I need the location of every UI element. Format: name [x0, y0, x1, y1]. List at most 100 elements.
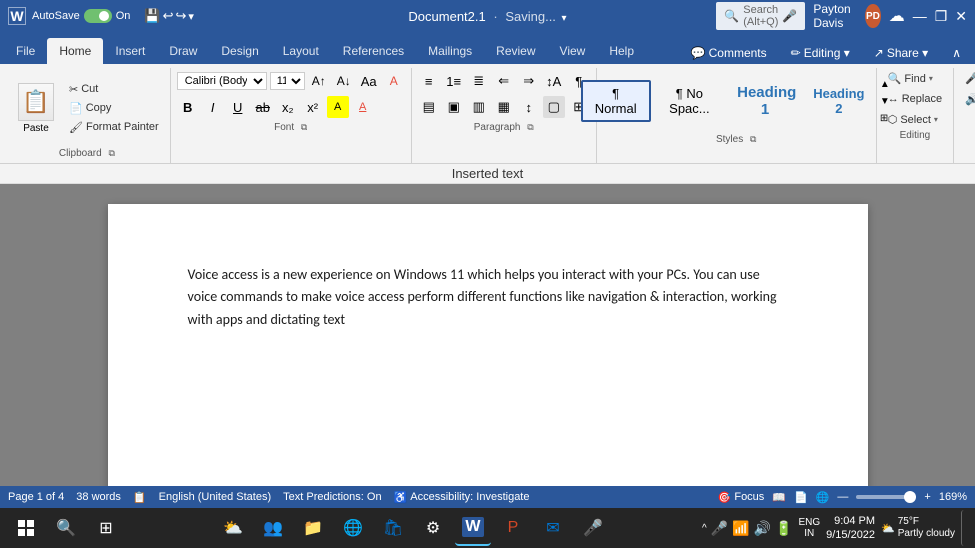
- styles-expand-icon[interactable]: ⧉: [750, 134, 756, 144]
- style-heading2[interactable]: Heading 2: [804, 81, 874, 121]
- tab-review[interactable]: Review: [484, 38, 547, 64]
- underline-button[interactable]: U: [227, 96, 249, 118]
- align-left-button[interactable]: ▤: [418, 96, 440, 118]
- zoom-out-button[interactable]: —: [837, 491, 848, 503]
- tab-layout[interactable]: Layout: [271, 38, 331, 64]
- undo-icon[interactable]: ↩: [163, 8, 174, 24]
- paragraph-expand-icon[interactable]: ⧉: [527, 122, 533, 132]
- justify-button[interactable]: ▦: [493, 96, 515, 118]
- tab-mailings[interactable]: Mailings: [416, 38, 484, 64]
- tab-home[interactable]: Home: [47, 38, 103, 64]
- proofing-icon-area[interactable]: 📋: [133, 491, 147, 504]
- print-layout-button[interactable]: 📄: [794, 491, 808, 504]
- decrease-indent-button[interactable]: ⇐: [493, 70, 515, 92]
- font-size-select[interactable]: 11: [270, 72, 305, 90]
- tab-design[interactable]: Design: [209, 38, 270, 64]
- mic-tray-icon[interactable]: 🎤: [711, 520, 728, 537]
- sort-button[interactable]: ↕A: [543, 70, 565, 92]
- shrink-font-button[interactable]: A↓: [333, 70, 355, 92]
- zoom-level[interactable]: 169%: [939, 491, 967, 503]
- strikethrough-button[interactable]: ab: [252, 96, 274, 118]
- page-count[interactable]: Page 1 of 4: [8, 491, 64, 503]
- bold-button[interactable]: B: [177, 96, 199, 118]
- network-icon[interactable]: 📶: [732, 520, 749, 537]
- widgets-button[interactable]: ⛅: [215, 510, 251, 546]
- read-mode-button[interactable]: 📖: [772, 491, 786, 504]
- close-button[interactable]: ✕: [955, 0, 967, 32]
- ribbon-collapse-button[interactable]: ∧: [942, 42, 971, 64]
- superscript-button[interactable]: x²: [302, 96, 324, 118]
- align-center-button[interactable]: ▣: [443, 96, 465, 118]
- document-area[interactable]: Voice access is a new experience on Wind…: [0, 184, 975, 486]
- style-heading1[interactable]: Heading 1: [728, 79, 802, 123]
- clipboard-expand-icon[interactable]: ⧉: [108, 148, 114, 158]
- font-expand-icon[interactable]: ⧉: [301, 122, 307, 132]
- bullets-button[interactable]: ≡: [418, 70, 440, 92]
- focus-button[interactable]: 🎯 Focus: [718, 491, 765, 504]
- show-desktop-button[interactable]: [961, 510, 967, 546]
- tab-insert[interactable]: Insert: [103, 38, 157, 64]
- search-bar[interactable]: 🔍 Search (Alt+Q) 🎤: [716, 2, 805, 30]
- edge-button[interactable]: 🌐: [335, 510, 371, 546]
- highlight-button[interactable]: A: [327, 96, 349, 118]
- align-right-button[interactable]: ▥: [468, 96, 490, 118]
- settings-taskbar-button[interactable]: ⚙: [415, 510, 451, 546]
- line-spacing-button[interactable]: ↕: [518, 96, 540, 118]
- powerpoint-taskbar-button[interactable]: P: [495, 510, 531, 546]
- comments-button[interactable]: 💬 Comments: [681, 42, 777, 64]
- web-layout-button[interactable]: 🌐: [816, 491, 830, 504]
- tab-file[interactable]: File: [4, 38, 47, 64]
- word-count[interactable]: 38 words: [76, 491, 121, 503]
- increase-indent-button[interactable]: ⇒: [518, 70, 540, 92]
- teams-button[interactable]: 👥: [255, 510, 291, 546]
- battery-icon[interactable]: 🔋: [775, 520, 792, 537]
- select-button[interactable]: ⬡ Select ▾: [883, 111, 947, 128]
- tab-draw[interactable]: Draw: [157, 38, 209, 64]
- search-taskbar-button[interactable]: 🔍: [48, 510, 84, 546]
- italic-button[interactable]: I: [202, 96, 224, 118]
- start-button[interactable]: [8, 510, 44, 546]
- tab-references[interactable]: References: [331, 38, 416, 64]
- shading-button[interactable]: ▢: [543, 96, 565, 118]
- paste-button[interactable]: 📋 Paste: [10, 79, 62, 138]
- restore-button[interactable]: ❐: [935, 0, 948, 32]
- zoom-thumb[interactable]: [904, 491, 916, 503]
- subscript-button[interactable]: x₂: [277, 96, 299, 118]
- grow-font-button[interactable]: A↑: [308, 70, 330, 92]
- cut-button[interactable]: ✂Cut: [64, 81, 164, 98]
- copy-button[interactable]: 📄Copy: [64, 100, 164, 117]
- share-button[interactable]: ↗ Share ▾: [864, 42, 938, 64]
- replace-button[interactable]: ↔ Replace: [883, 91, 947, 107]
- style-no-spacing[interactable]: ¶ No Spac...: [653, 81, 726, 121]
- change-case-button[interactable]: Aa: [358, 70, 380, 92]
- file-explorer-button[interactable]: 📁: [295, 510, 331, 546]
- customize-icon[interactable]: ▾: [188, 10, 194, 23]
- format-painter-button[interactable]: 🖌Format Painter: [64, 119, 164, 136]
- minimize-button[interactable]: —: [913, 0, 927, 32]
- volume-icon[interactable]: 🔊: [754, 520, 771, 537]
- style-normal[interactable]: ¶ Normal: [581, 80, 651, 122]
- zoom-in-button[interactable]: +: [924, 491, 930, 503]
- numbering-button[interactable]: 1≡: [443, 70, 465, 92]
- task-view-button[interactable]: ⊞: [88, 510, 124, 546]
- tray-expand-icon[interactable]: ^: [702, 523, 707, 534]
- word-taskbar-button[interactable]: W: [455, 510, 491, 546]
- clock[interactable]: 9:04 PM 9/15/2022: [826, 514, 875, 543]
- outlook-taskbar-button[interactable]: ✉: [535, 510, 571, 546]
- voice-access-button[interactable]: 🎤: [575, 510, 611, 546]
- language-status[interactable]: English (United States): [159, 491, 272, 503]
- save-icon[interactable]: 💾: [144, 8, 160, 24]
- dictate-button[interactable]: 🎤 Dictate ▾: [960, 70, 975, 87]
- autosave-toggle[interactable]: [84, 9, 112, 23]
- text-predictions-status[interactable]: Text Predictions: On: [283, 491, 381, 503]
- font-name-select[interactable]: Calibri (Body): [177, 72, 267, 90]
- zoom-slider[interactable]: [856, 495, 916, 499]
- weather-widget[interactable]: ⛅ 75°F Partly cloudy: [881, 516, 955, 540]
- redo-icon[interactable]: ↪: [175, 8, 186, 24]
- document-text[interactable]: Voice access is a new experience on Wind…: [188, 264, 788, 331]
- clear-format-button[interactable]: A: [383, 70, 405, 92]
- tab-view[interactable]: View: [548, 38, 598, 64]
- lang-indicator[interactable]: ENG IN: [798, 517, 820, 539]
- editing-button[interactable]: ✏ Editing ▾: [781, 42, 860, 64]
- multilevel-button[interactable]: ≣: [468, 70, 490, 92]
